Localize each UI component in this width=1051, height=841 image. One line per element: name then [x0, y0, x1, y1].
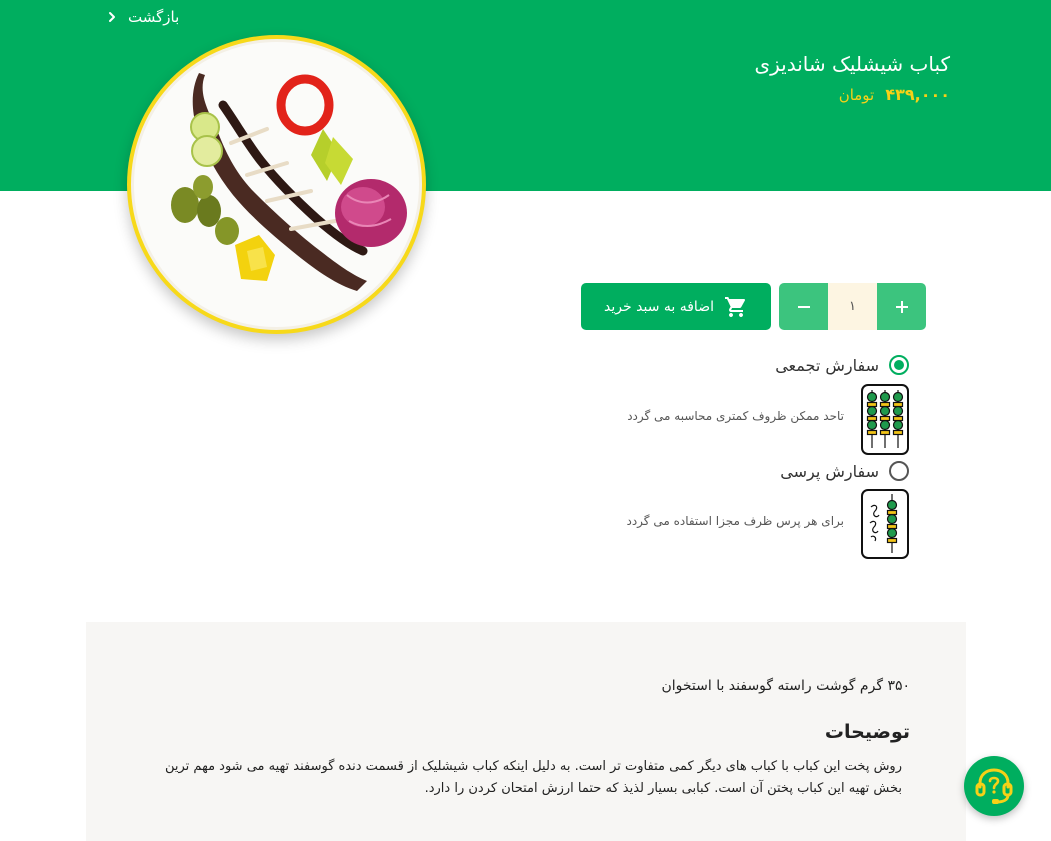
minus-icon	[797, 305, 810, 308]
order-option-single[interactable]: سفارش پرسی	[780, 461, 909, 481]
option-description: برای هر پرس ظرف مجزا استفاده می گردد	[626, 514, 844, 528]
option-label: سفارش پرسی	[780, 461, 879, 481]
single-skewer-icon	[861, 489, 909, 563]
product-image	[127, 35, 426, 334]
support-button[interactable]	[964, 756, 1024, 816]
back-label: بازگشت	[128, 8, 180, 26]
description-text: روش پخت این کباب با کباب های دیگر کمی مت…	[164, 759, 902, 796]
radio-grouped[interactable]	[889, 355, 909, 375]
back-link[interactable]: بازگشت	[104, 6, 179, 28]
details-panel: ۳۵۰ گرم گوشت راسته گوسفند با استخوان توض…	[86, 622, 966, 841]
cart-icon	[724, 295, 748, 319]
price-amount: ۴۳۹,۰۰۰	[885, 85, 950, 104]
plus-icon	[895, 300, 908, 313]
description-title: توضیحات	[824, 721, 910, 743]
add-to-cart-button[interactable]: اضافه به سبد خرید	[581, 283, 771, 330]
decrement-button[interactable]	[779, 283, 828, 330]
order-option-grouped[interactable]: سفارش تجمعی	[775, 355, 909, 375]
support-headset-icon	[975, 768, 1013, 804]
radio-single[interactable]	[889, 461, 909, 481]
option-label: سفارش تجمعی	[775, 355, 879, 375]
grouped-skewers-icon	[861, 384, 909, 459]
quantity-stepper: ۱	[779, 283, 926, 330]
price-currency: تومان	[838, 86, 875, 104]
price-row: ۴۳۹,۰۰۰ تومان	[839, 85, 950, 104]
quantity-value[interactable]: ۱	[828, 283, 877, 330]
chevron-right-icon	[104, 9, 120, 25]
product-title: کباب شیشلیک شاندیزی	[754, 52, 950, 76]
option-description: تاحد ممکن ظروف کمتری محاسبه می گردد	[627, 409, 844, 423]
increment-button[interactable]	[877, 283, 926, 330]
weight-info: ۳۵۰ گرم گوشت راسته گوسفند با استخوان	[661, 678, 910, 694]
add-to-cart-label: اضافه به سبد خرید	[604, 298, 714, 315]
